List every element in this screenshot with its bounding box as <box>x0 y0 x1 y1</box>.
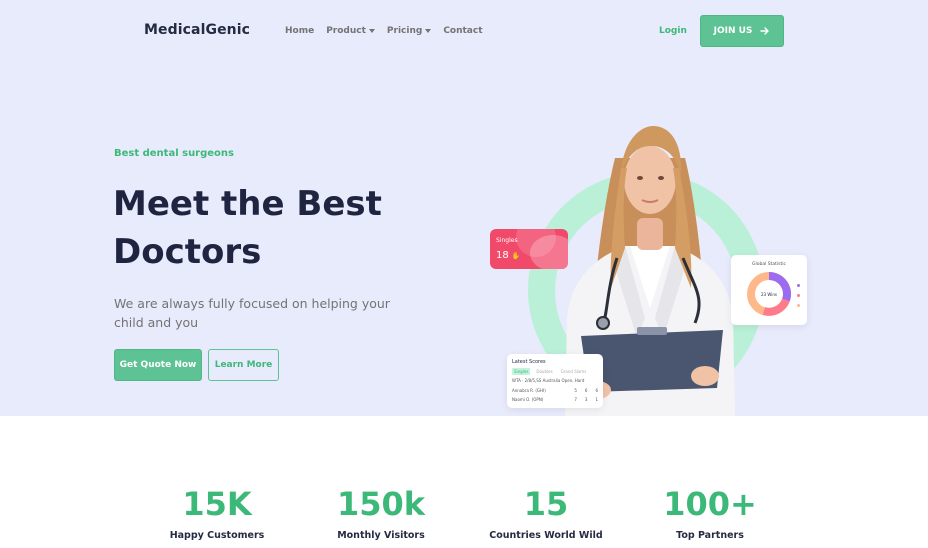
scores-cell: 6 <box>584 388 588 393</box>
nav-product[interactable]: Product <box>326 26 375 36</box>
stat-value: 150k <box>336 485 426 523</box>
get-quote-button[interactable]: Get Quote Now <box>114 349 202 381</box>
stat-label: Monthly Visitors <box>337 530 425 541</box>
stat-value: 15 <box>523 485 569 523</box>
nav-contact[interactable]: Contact <box>443 26 482 36</box>
hand-icon: ✋ <box>511 252 521 260</box>
nav-contact-label: Contact <box>443 26 483 36</box>
nav-pricing[interactable]: Pricing <box>386 26 432 36</box>
scores-tab-singles[interactable]: Singles <box>512 368 531 375</box>
donut-chart: 23 Wins <box>747 271 792 316</box>
main-nav: Home Product Pricing Contact <box>285 26 495 36</box>
stat-happy-customers: 15K Happy Customers <box>147 486 287 541</box>
card-blob <box>530 235 568 269</box>
donut-center-label: 23 Wins <box>761 292 777 297</box>
chevron-down-icon <box>368 29 375 33</box>
scores-cell: 5 <box>574 388 577 393</box>
singles-number: 18 <box>496 250 509 261</box>
stat-value: 15K <box>182 485 252 523</box>
learn-more-button[interactable]: Learn More <box>208 349 279 381</box>
hero-headline-line2: Doctors <box>113 232 262 272</box>
singles-title: Singles <box>496 237 518 244</box>
scores-tab-doubles[interactable]: Doubles <box>534 368 554 375</box>
stat-label: Happy Customers <box>169 530 265 541</box>
chevron-down-icon <box>425 29 432 33</box>
hero-subtitle: We are always fully focused on helping y… <box>114 296 390 330</box>
latest-scores-title: Latest Scores <box>512 359 546 365</box>
singles-card: Singles 18 ✋ <box>490 229 568 269</box>
stat-label: Top Partners <box>676 530 744 541</box>
scores-tab-grand-slams[interactable]: Grand Slams <box>559 368 589 375</box>
hero-headline: Meet the Best Doctors <box>113 180 443 276</box>
scores-cell: Naomi O. (OPN) <box>512 397 544 402</box>
logo[interactable]: MedicalGenic <box>144 22 250 38</box>
legend-dot <box>797 304 800 307</box>
scores-values: 7 3 1 <box>574 397 598 402</box>
join-us-label: JOIN US <box>713 26 753 36</box>
scores-cell: 3 <box>584 397 588 402</box>
login-link[interactable]: Login <box>659 26 687 36</box>
nav-product-label: Product <box>326 26 366 36</box>
stat-label: Countries World Wild <box>489 530 603 541</box>
scores-cell: 7 <box>574 397 577 402</box>
stat-monthly-visitors: 150k Monthly Visitors <box>311 486 451 541</box>
legend-dot <box>797 284 800 287</box>
stat-countries: 15 Countries World Wild <box>476 486 616 541</box>
global-statistic-title: Global Statistic <box>751 262 786 267</box>
nav-home[interactable]: Home <box>285 26 314 36</box>
arrow-right-icon <box>760 27 770 35</box>
global-statistic-card: Global Statistic 23 Wins <box>731 255 807 325</box>
scores-row: Annabra R. (GHI) 5 6 6 <box>512 388 598 393</box>
hero-section: MedicalGenic Home Product Pricing Contac… <box>0 0 928 416</box>
scores-cell: WTA · 2/8/5,SS Australia Open, Hard <box>512 378 585 383</box>
stat-top-partners: 100+ Top Partners <box>640 486 780 541</box>
scores-row: Naomi O. (OPN) 7 3 1 <box>512 397 598 402</box>
scores-cell: 6 <box>595 388 598 393</box>
nav-pricing-label: Pricing <box>386 26 423 36</box>
scores-tabs: Singles Doubles Grand Slams <box>512 368 588 375</box>
stat-value: 100+ <box>663 485 757 523</box>
scores-cell: 1 <box>595 397 598 402</box>
hero-eyebrow: Best dental surgeons <box>114 148 234 159</box>
legend-dot <box>797 294 800 297</box>
nav-home-label: Home <box>285 26 315 36</box>
hero-headline-line1: Meet the Best <box>113 184 382 224</box>
scores-cell: Annabra R. (GHI) <box>512 388 546 393</box>
singles-value: 18 ✋ <box>496 250 521 261</box>
scores-row: WTA · 2/8/5,SS Australia Open, Hard <box>512 378 598 383</box>
join-us-button[interactable]: JOIN US <box>700 15 784 47</box>
latest-scores-card: Latest Scores Singles Doubles Grand Slam… <box>507 354 603 408</box>
scores-values: 5 6 6 <box>574 388 598 393</box>
